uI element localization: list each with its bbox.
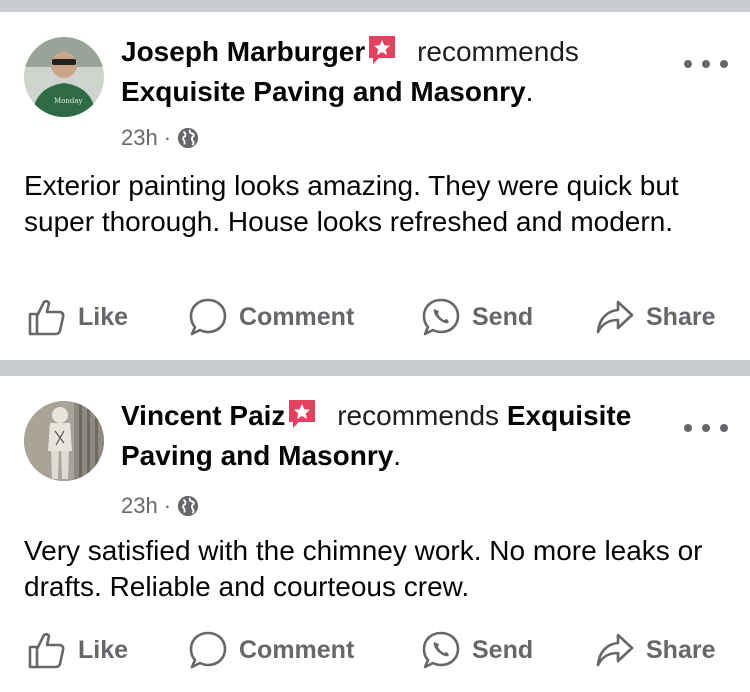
post-meta: 23h ·	[121, 493, 199, 519]
meta-separator: ·	[163, 493, 172, 518]
avatar[interactable]: Monday	[24, 37, 104, 117]
post-text: Very satisfied with the chimney work. No…	[24, 535, 703, 602]
page-name-part1[interactable]: Exquisite	[507, 400, 631, 431]
meta-separator: ·	[163, 125, 172, 150]
recommends-text: recommends	[337, 400, 500, 431]
timestamp[interactable]: 23h	[121, 493, 158, 519]
post-meta: 23h ·	[121, 125, 199, 151]
share-button[interactable]: Share	[594, 629, 715, 671]
like-icon	[28, 299, 65, 336]
svg-text:Monday: Monday	[54, 97, 83, 105]
share-icon	[596, 300, 634, 334]
send-icon	[422, 298, 460, 336]
post-header: Vincent Paiz recommends Exquisite Paving…	[121, 398, 632, 471]
timestamp[interactable]: 23h	[121, 125, 158, 151]
like-label: Like	[78, 302, 129, 331]
recommend-star-icon	[287, 398, 317, 430]
share-icon	[596, 633, 634, 667]
like-label: Like	[78, 635, 129, 664]
comment-label: Comment	[239, 302, 355, 331]
action-bar: Like Comment Send Share	[0, 296, 750, 346]
recommends-text: recommends	[417, 36, 579, 67]
comment-button[interactable]: Comment	[187, 296, 354, 338]
like-button[interactable]: Like	[26, 296, 128, 338]
page-name[interactable]: Exquisite Paving and Masonry	[121, 76, 526, 107]
like-button[interactable]: Like	[26, 629, 128, 671]
top-divider	[0, 0, 750, 12]
comment-label: Comment	[239, 635, 355, 664]
author-name[interactable]: Vincent Paiz	[121, 400, 285, 431]
globe-icon	[177, 127, 199, 149]
send-label: Send	[472, 635, 534, 664]
post-card: Monday Joseph Marburger recommends Exqui…	[0, 12, 750, 360]
share-label: Share	[646, 635, 716, 664]
send-button[interactable]: Send	[420, 629, 533, 671]
like-icon	[28, 632, 65, 669]
comment-icon	[189, 298, 227, 336]
action-bar: Like Comment Send Share	[0, 629, 750, 679]
more-icon[interactable]	[684, 54, 728, 74]
author-name[interactable]: Joseph Marburger	[121, 36, 365, 67]
more-icon[interactable]	[684, 418, 728, 438]
recommend-star-icon	[367, 34, 397, 66]
avatar[interactable]	[24, 401, 104, 481]
globe-icon	[177, 495, 199, 517]
share-label: Share	[646, 302, 716, 331]
comment-button[interactable]: Comment	[187, 629, 354, 671]
share-button[interactable]: Share	[594, 296, 715, 338]
send-button[interactable]: Send	[420, 296, 533, 338]
post-divider	[0, 360, 750, 376]
post-card: Vincent Paiz recommends Exquisite Paving…	[0, 376, 750, 692]
send-icon	[422, 631, 460, 669]
comment-icon	[189, 631, 227, 669]
page-name-part2[interactable]: Paving and Masonry	[121, 440, 393, 471]
send-label: Send	[472, 302, 534, 331]
post-header: Joseph Marburger recommends Exquisite Pa…	[121, 34, 579, 107]
post-text: Exterior painting looks amazing. They we…	[24, 170, 679, 237]
